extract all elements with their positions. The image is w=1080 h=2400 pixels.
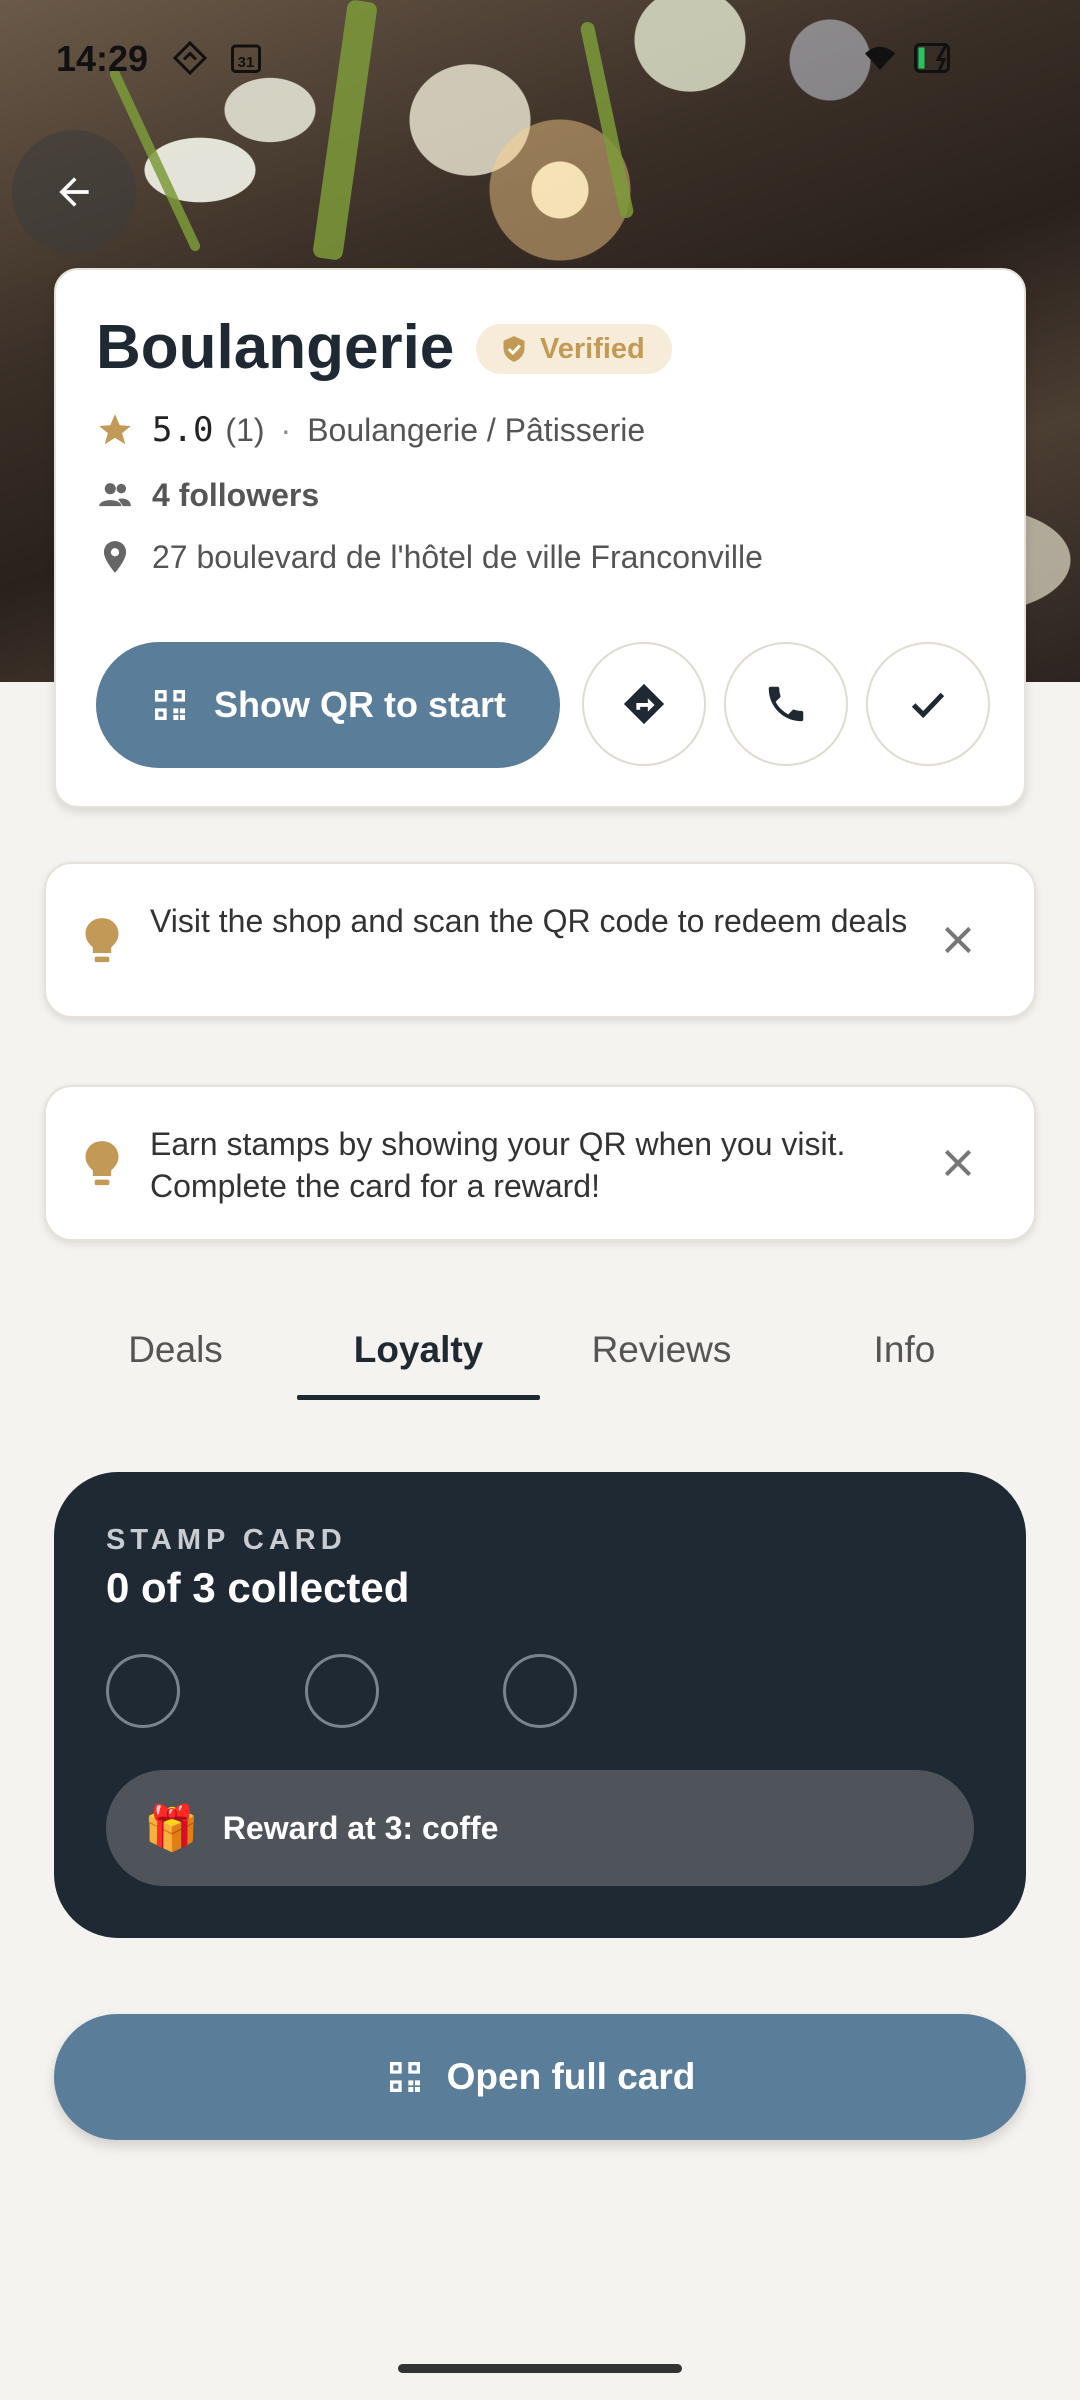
location-pin-icon [103,541,127,573]
svg-text:31: 31 [238,54,255,71]
verified-badge: Verified [476,324,672,374]
directions-icon [623,683,665,725]
qr-code-icon [154,690,185,720]
followers-row: 4 followers [96,476,319,514]
back-button[interactable] [12,130,136,254]
tab-deals[interactable]: Deals [54,1310,297,1400]
home-indicator[interactable] [398,2364,682,2373]
lightbulb-icon [85,1141,119,1186]
business-card: Boulangerie Verified 5.0 (1) · Boulanger… [54,268,1026,808]
navigation-status-icon [172,40,208,76]
tab-info[interactable]: Info [783,1310,1026,1400]
rating-count[interactable]: (1) [225,412,264,449]
open-full-card-label: Open full card [446,2056,696,2097]
business-title: Boulangerie [96,313,455,382]
phone-icon [768,686,804,722]
show-qr-label: Show QR to start [213,684,506,725]
tip-card-redeem: Visit the shop and scan the QR code to r… [44,862,1036,1018]
reward-pill: 🎁 Reward at 3: coffe [106,1770,974,1886]
open-full-card-button[interactable]: Open full card [54,2014,1026,2140]
status-time: 14:29 [56,38,149,79]
back-arrow-icon [59,177,89,207]
calendar-status-icon: 31 [231,44,261,73]
stamp-slot [305,1654,379,1728]
stamp-slot [106,1654,180,1728]
business-category: Boulangerie / Pâtisserie [307,411,646,448]
business-address: 27 boulevard de l'hôtel de ville Francon… [152,538,763,575]
gift-icon: 🎁 [144,1804,199,1853]
stamp-slot [503,1654,577,1728]
show-qr-button[interactable]: Show QR to start [96,642,560,768]
call-button[interactable] [724,642,848,766]
address-row[interactable]: 27 boulevard de l'hôtel de ville Francon… [96,538,763,576]
stamp-card: STAMP CARD 0 of 3 collected 🎁 Reward at … [54,1472,1026,1938]
wifi-icon [865,46,895,70]
follow-check-button[interactable] [866,642,990,766]
rating-row: 5.0 (1) · Boulangerie / Pâtisserie [96,410,645,450]
close-icon[interactable] [938,1143,978,1183]
people-icon [99,483,131,507]
verified-label: Verified [540,332,645,365]
separator-dot: · [280,411,292,448]
verified-badge-icon [503,336,525,362]
tab-loyalty[interactable]: Loyalty [297,1310,540,1400]
lightbulb-icon [85,918,119,963]
star-icon [99,414,131,445]
stamp-card-label: STAMP CARD [106,1524,347,1556]
stamp-card-progress: 0 of 3 collected [106,1564,410,1611]
directions-button[interactable] [582,642,706,766]
battery-icon [914,43,950,73]
tab-reviews[interactable]: Reviews [540,1310,783,1400]
close-icon[interactable] [938,920,978,960]
followers-count: 4 followers [152,476,320,513]
rating-value: 5.0 [152,410,214,450]
tip-text: Earn stamps by showing your QR when you … [150,1126,846,1204]
tip-card-stamps: Earn stamps by showing your QR when you … [44,1085,1036,1241]
tip-text: Visit the shop and scan the QR code to r… [150,903,908,939]
status-bar: 14:29 31 [0,0,1080,110]
reward-text: Reward at 3: coffe [222,1809,499,1846]
check-icon [911,692,945,719]
section-tabs: Deals Loyalty Reviews Info [54,1310,1026,1400]
qr-code-icon [389,2062,420,2092]
